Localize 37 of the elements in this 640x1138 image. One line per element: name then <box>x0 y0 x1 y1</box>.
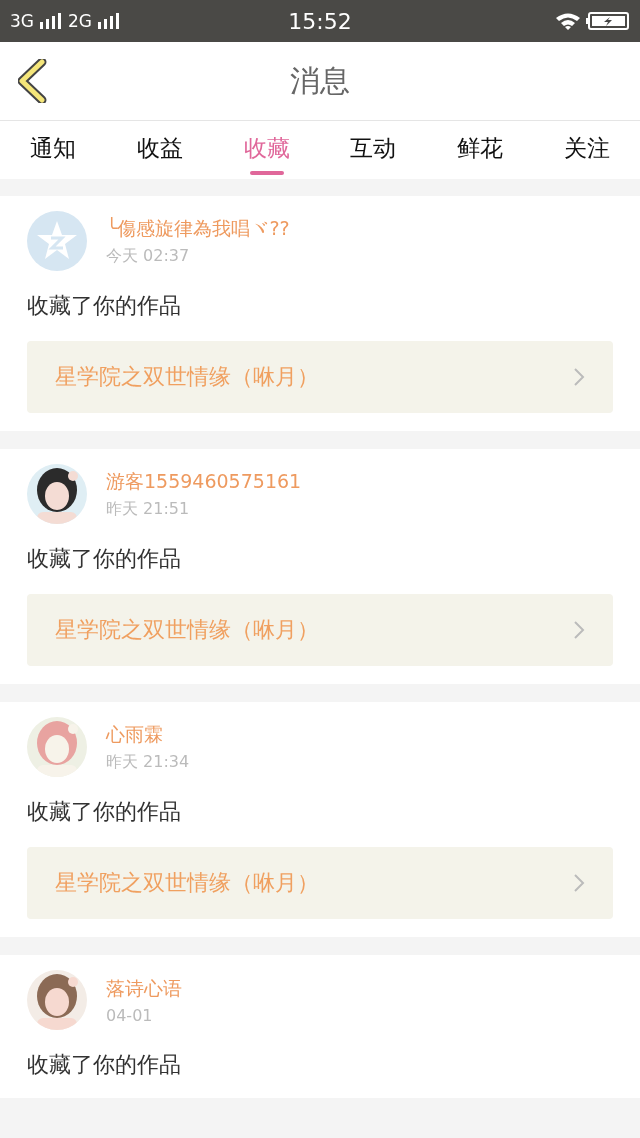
clock: 15:52 <box>288 8 352 34</box>
work-link[interactable]: 星学院之双世情缘（咻月） <box>27 594 613 666</box>
message-time: 04-01 <box>106 1005 154 1025</box>
user-name[interactable]: 心雨霖 <box>106 721 190 748</box>
message-text: 收藏了你的作品 <box>27 545 182 573</box>
work-title: 星学院之双世情缘（咻月） <box>55 363 319 391</box>
chevron-icon <box>573 873 585 893</box>
tab[interactable]: 关注 <box>533 121 640 179</box>
tab[interactable]: 收益 <box>106 121 214 179</box>
network-label: 3G <box>10 11 34 31</box>
work-link[interactable]: 星学院之双世情缘（咻月） <box>27 847 613 919</box>
work-title: 星学院之双世情缘（咻月） <box>55 869 319 897</box>
message-time: 昨天 21:51 <box>106 498 191 520</box>
tab[interactable]: 通知 <box>0 121 107 179</box>
chevron-icon <box>573 367 585 387</box>
message-text: 收藏了你的作品 <box>27 292 182 320</box>
wifi-icon <box>555 12 581 30</box>
message-time: 今天 02:37 <box>106 245 191 267</box>
network-label: 2G <box>68 11 92 31</box>
work-title: 星学院之双世情缘（咻月） <box>55 616 319 644</box>
tab[interactable]: 互动 <box>320 121 427 179</box>
signal-icon <box>39 13 63 29</box>
signal-icon <box>97 13 121 29</box>
tab[interactable]: 收藏 <box>213 121 320 179</box>
message-time: 昨天 21:34 <box>106 751 190 773</box>
star-avatar-icon <box>27 211 87 271</box>
work-link[interactable]: 星学院之双世情缘（咻月） <box>27 341 613 413</box>
user-name[interactable]: 游客1559460575161 <box>106 468 302 495</box>
chevron-icon <box>573 620 585 640</box>
user-name[interactable]: 落诗心语 <box>106 975 182 1002</box>
battery-icon <box>586 12 630 30</box>
tab[interactable]: 鲜花 <box>426 121 534 179</box>
message-text: 收藏了你的作品 <box>27 798 182 826</box>
message-text: 收藏了你的作品 <box>27 1051 182 1079</box>
back-button[interactable] <box>18 59 48 106</box>
user-name[interactable]: ╰傷感旋律為我唱ヾ?? <box>106 215 290 242</box>
page-title: 消息 <box>290 61 350 100</box>
